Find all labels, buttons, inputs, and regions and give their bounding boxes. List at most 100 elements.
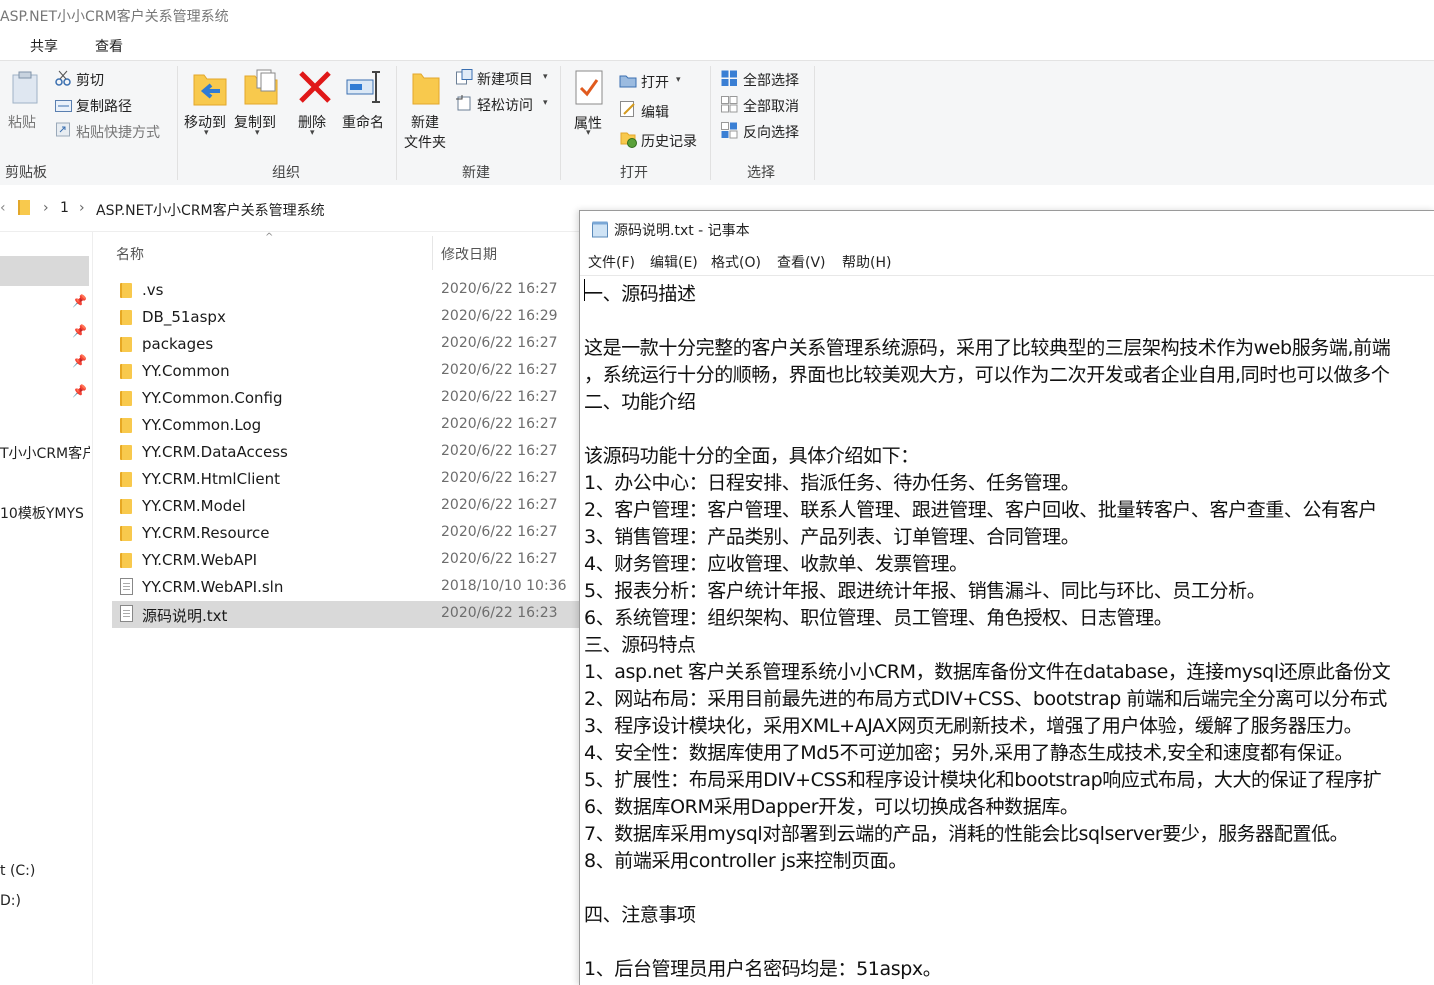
ribbon-separator (560, 66, 561, 180)
text-line: 5、报表分析：客户统计年报、跟进统计年报、销售漏斗、同比与环比、员工分析。 (584, 580, 1266, 602)
menu-help[interactable]: 帮助(H) (842, 252, 891, 272)
text-line: 3、销售管理：产品类别、产品列表、订单管理、合同管理。 (584, 526, 1080, 548)
open-icon[interactable] (619, 72, 637, 92)
select-all-icon[interactable] (721, 70, 738, 91)
nav-item[interactable]: 10模板YMYS (0, 503, 90, 523)
cut-icon[interactable] (55, 70, 71, 90)
file-name: 源码说明.txt (142, 607, 228, 625)
edit-icon[interactable] (620, 101, 636, 122)
rename-icon[interactable] (346, 70, 382, 108)
new-item-icon[interactable] (456, 69, 473, 89)
pin-icon[interactable]: 📌 (72, 324, 87, 338)
menu-file[interactable]: 文件(F) (588, 252, 635, 272)
column-header-date[interactable]: 修改日期 (441, 244, 497, 264)
easy-access-icon[interactable] (456, 95, 472, 115)
chevron-right-icon: › (79, 200, 85, 216)
text-line: 1、后台管理员用户名密码均是：51aspx。 (584, 958, 942, 980)
text-line: 二、功能介绍 (584, 391, 696, 413)
select-all-button[interactable]: 全部选择 (743, 70, 799, 90)
folder-icon (120, 283, 132, 298)
file-name: YY.Common (142, 362, 230, 380)
new-folder-button[interactable]: 新建 (411, 112, 439, 132)
menu-format[interactable]: 格式(O) (711, 252, 761, 272)
folder-icon (120, 553, 132, 568)
column-header-name[interactable]: 名称 (116, 244, 144, 264)
pin-icon[interactable]: 📌 (72, 384, 87, 398)
file-row[interactable]: YY.CRM.WebAPI 2020/6/22 16:27 (112, 547, 582, 574)
tab-view[interactable]: 查看 (95, 36, 123, 56)
invert-selection-icon[interactable] (721, 122, 738, 143)
paste-shortcut-icon[interactable] (56, 121, 70, 141)
pin-icon[interactable]: 📌 (72, 354, 87, 368)
folder-icon (18, 200, 30, 215)
text-line: 4、财务管理：应收管理、收款单、发票管理。 (584, 553, 968, 575)
text-line: 3、程序设计模块化，采用XML+AJAX网页无刷新技术，增强了用户体验，缓解了服… (584, 715, 1363, 737)
text-line: 2、网站布局：采用目前最先进的布局方式DIV+CSS、bootstrap 前端和… (584, 688, 1387, 710)
chevron-down-icon: ▾ (586, 128, 591, 138)
properties-icon[interactable] (575, 70, 605, 110)
group-label-select: 选择 (747, 165, 775, 181)
window-title: ASP.NET小小CRM客户关系管理系统 (0, 9, 229, 25)
copy-path-icon[interactable] (55, 97, 72, 116)
file-row[interactable]: YY.Common.Log 2020/6/22 16:27 (112, 412, 582, 439)
nav-selected-item[interactable] (0, 256, 89, 286)
cut-button[interactable]: 剪切 (76, 70, 104, 90)
rename-button[interactable]: 重命名 (342, 112, 384, 132)
pin-icon[interactable]: 📌 (72, 294, 87, 308)
file-row[interactable]: packages 2020/6/22 16:27 (112, 331, 582, 358)
select-none-icon[interactable] (721, 96, 738, 117)
nav-drive-d[interactable]: D:) (0, 893, 21, 909)
edit-button[interactable]: 编辑 (641, 102, 669, 122)
invert-selection-button[interactable]: 反向选择 (743, 122, 799, 142)
group-label-clipboard: 剪贴板 (5, 165, 47, 181)
copy-path-button[interactable]: 复制路径 (76, 96, 132, 116)
file-row[interactable]: YY.CRM.Model 2020/6/22 16:27 (112, 493, 582, 520)
file-date: 2020/6/22 16:27 (441, 497, 558, 513)
menu-edit[interactable]: 编辑(E) (650, 252, 698, 272)
column-separator[interactable] (432, 236, 433, 270)
file-row[interactable]: YY.CRM.HtmlClient 2020/6/22 16:27 (112, 466, 582, 493)
ribbon-separator (710, 66, 711, 180)
nav-item[interactable]: T小小CRM客户 (0, 443, 90, 463)
paste-button[interactable]: 粘贴 (8, 112, 36, 132)
file-name: .vs (142, 281, 164, 299)
folder-icon (120, 364, 132, 379)
file-name: YY.CRM.WebAPI (142, 551, 258, 569)
new-item-button[interactable]: 新建项目 (477, 69, 533, 89)
copy-to-icon[interactable] (243, 68, 279, 110)
select-none-button[interactable]: 全部取消 (743, 96, 799, 116)
file-icon (120, 605, 133, 622)
history-button[interactable]: 历史记录 (641, 131, 697, 151)
breadcrumb-current[interactable]: ASP.NET小小CRM客户关系管理系统 (96, 200, 325, 220)
paste-shortcut-button[interactable]: 粘贴快捷方式 (76, 122, 160, 142)
sort-up-icon: ^ (265, 232, 274, 243)
menu-view[interactable]: 查看(V) (777, 252, 826, 272)
nav-drive-c[interactable]: t (C:) (0, 863, 35, 879)
open-button[interactable]: 打开 (641, 72, 669, 92)
file-row[interactable]: .vs 2020/6/22 16:27 (112, 277, 582, 304)
tab-share[interactable]: 共享 (30, 36, 58, 56)
paste-icon[interactable] (11, 71, 39, 109)
breadcrumb-item[interactable]: 1 (60, 200, 69, 216)
file-row[interactable]: YY.CRM.WebAPI.sln 2018/10/10 10:36 (112, 574, 582, 601)
easy-access-button[interactable]: 轻松访问 (477, 95, 533, 115)
history-icon[interactable] (620, 130, 638, 152)
file-row[interactable]: YY.Common.Config 2020/6/22 16:27 (112, 385, 582, 412)
file-row[interactable]: YY.CRM.Resource 2020/6/22 16:27 (112, 520, 582, 547)
file-row[interactable]: YY.CRM.DataAccess 2020/6/22 16:27 (112, 439, 582, 466)
new-folder-icon[interactable] (411, 70, 441, 110)
file-row[interactable]: YY.Common 2020/6/22 16:27 (112, 358, 582, 385)
ribbon-separator (177, 66, 178, 180)
text-line: 8、前端采用controller js来控制页面。 (584, 850, 907, 872)
notepad-title-bar[interactable]: 源码说明.txt - 记事本 (580, 211, 1434, 247)
ribbon-separator (396, 66, 397, 180)
notepad-text-area[interactable]: 一、源码描述 这是一款十分完整的客户关系管理系统源码，采用了比较典型的三层架构技术… (584, 275, 1434, 985)
file-name: DB_51aspx (142, 308, 226, 326)
chevron-down-icon: ▾ (255, 128, 260, 138)
delete-icon[interactable] (298, 70, 332, 108)
move-to-icon[interactable] (192, 69, 228, 111)
file-row[interactable]: DB_51aspx 2020/6/22 16:29 (112, 304, 582, 331)
file-row[interactable]: 源码说明.txt 2020/6/22 16:23 (112, 601, 582, 628)
text-line: 1、办公中心：日程安排、指派任务、待办任务、任务管理。 (584, 472, 1080, 494)
new-folder-button-line2[interactable]: 文件夹 (404, 132, 446, 152)
